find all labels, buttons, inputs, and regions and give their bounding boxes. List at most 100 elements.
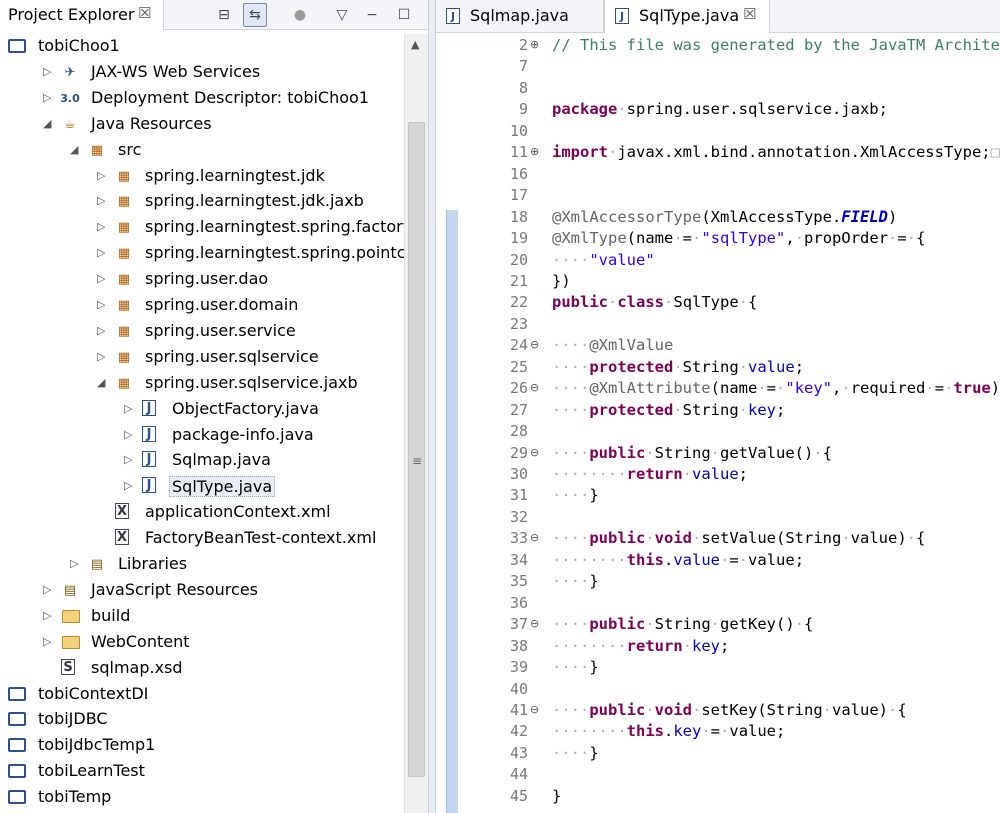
collapse-fold-icon[interactable]: ⊖: [530, 381, 539, 394]
tree-item[interactable]: tobiTemp: [0, 785, 404, 811]
tree-item[interactable]: ▷ J Sqlmap.java: [0, 448, 404, 474]
tree-item[interactable]: ▷ Jpackage-info.java: [0, 423, 404, 449]
tree-item[interactable]: ◢ ▦ src: [0, 138, 404, 164]
code-editor[interactable]: 2 ⊕// This file was generated by the Java…: [492, 33, 1000, 813]
expand-arrow-icon[interactable]: ▷: [97, 194, 109, 207]
tree-item[interactable]: ▷ 3.0 Deployment Descriptor: tobiChoo1: [0, 86, 404, 112]
tree-item[interactable]: tobiLearnTest: [0, 759, 404, 785]
tree-item[interactable]: ▷ ▦ spring.user.domain: [0, 293, 404, 319]
expand-arrow-icon[interactable]: ▷: [43, 583, 55, 596]
maximize-icon[interactable]: ☐: [392, 3, 416, 27]
tree-item[interactable]: ▷ ▦ spring.learningtest.jdk: [0, 164, 404, 190]
collapse-arrow-icon[interactable]: ◢: [70, 143, 82, 156]
expand-arrow-icon[interactable]: ▷: [97, 272, 109, 285]
focus-task-icon[interactable]: ●: [288, 3, 312, 27]
expand-arrow-icon[interactable]: ▷: [43, 609, 55, 622]
package-icon: ▦: [117, 349, 131, 365]
tree-item[interactable]: ▷ J ObjectFactory.java: [0, 397, 404, 423]
tree-item[interactable]: ▷ WebContent: [0, 630, 404, 656]
tree-item[interactable]: tobiJdbcTemp1: [0, 733, 404, 759]
link-with-editor-icon[interactable]: ⇆: [243, 3, 267, 27]
tree-item[interactable]: ▷ ▤ JavaScript Resources: [0, 578, 404, 604]
tree-item[interactable]: ◢ ▦ spring.user.sqlservice.jaxb: [0, 371, 404, 397]
tree-item[interactable]: tobiChoo1: [0, 34, 404, 60]
code-line: import·javax.xml.bind.annotation.XmlAcce…: [552, 143, 1000, 161]
tree-item[interactable]: Ssqlmap.xsd: [0, 656, 404, 682]
tree-item-label: tobiJDBC: [38, 709, 108, 728]
close-tab-icon[interactable]: ☒: [743, 5, 756, 23]
sash[interactable]: [428, 0, 436, 813]
line-number: 11: [509, 143, 528, 161]
tree-item[interactable]: X FactoryBeanTest-context.xml: [0, 526, 404, 552]
tab-label: SqlType.java: [639, 6, 740, 25]
line-number: 31: [509, 486, 528, 504]
tree-item[interactable]: ▷ ▦ spring.learningtest.spring.factorybear: [0, 215, 404, 241]
line-number: 16: [509, 165, 528, 183]
tree-item[interactable]: ▷ ▦ spring.user.dao: [0, 267, 404, 293]
close-view-icon[interactable]: ☒: [138, 4, 151, 22]
tree-item[interactable]: ▷ build: [0, 604, 404, 630]
tree-item[interactable]: ▷ ▦ spring.user.sqlservice: [0, 345, 404, 371]
collapse-arrow-icon[interactable]: ◢: [43, 117, 55, 130]
project-explorer-tab[interactable]: Project Explorer ☒: [0, 0, 164, 30]
library-icon: ▤: [90, 556, 104, 572]
line-number: 10: [509, 122, 528, 140]
java-file-icon: J: [142, 451, 156, 467]
line-number: 39: [509, 658, 528, 676]
collapse-fold-icon[interactable]: ⊖: [530, 531, 539, 544]
tree-item[interactable]: tobiJDBC: [0, 707, 404, 733]
tree-item[interactable]: ◢ ☕ Java Resources: [0, 112, 404, 138]
scroll-up-icon[interactable]: ▲: [411, 38, 419, 51]
tree-item[interactable]: XapplicationContext.xml: [0, 500, 404, 526]
collapse-fold-icon[interactable]: ⊖: [530, 338, 539, 351]
expand-arrow-icon[interactable]: ▷: [97, 350, 109, 363]
collapse-arrow-icon[interactable]: ◢: [97, 376, 109, 389]
expand-fold-icon[interactable]: ⊕: [530, 38, 539, 51]
expand-arrow-icon[interactable]: ▷: [124, 428, 136, 441]
code-line: ····public·void·setKey(String·value)·{: [552, 701, 907, 719]
overview-ruler: [436, 33, 444, 813]
view-menu-icon[interactable]: ▽: [330, 3, 354, 27]
expand-arrow-icon[interactable]: ▷: [97, 169, 109, 182]
expand-arrow-icon[interactable]: ▷: [43, 635, 55, 648]
expand-arrow-icon[interactable]: ▷: [97, 246, 109, 259]
line-number: 22: [509, 293, 528, 311]
java-file-icon: J: [142, 426, 156, 442]
line-number: 35: [509, 572, 528, 590]
collapse-all-icon[interactable]: ⊟: [212, 3, 236, 27]
tree-item-label: build: [91, 606, 131, 625]
collapse-fold-icon[interactable]: ⊖: [530, 703, 539, 716]
expand-arrow-icon[interactable]: ▷: [43, 65, 55, 78]
expand-arrow-icon[interactable]: ▷: [70, 557, 82, 570]
expand-arrow-icon[interactable]: ▷: [97, 324, 109, 337]
tree-scrollbar[interactable]: ▲ ≡: [404, 34, 428, 813]
tree-item[interactable]: ▷ ✈ JAX-WS Web Services: [0, 60, 404, 86]
tree-item[interactable]: ▷ ▦ spring.user.service: [0, 319, 404, 345]
tree-item[interactable]: ▷ J SqlType.java: [0, 474, 404, 500]
project-icon: [8, 37, 26, 55]
expand-arrow-icon[interactable]: ▷: [124, 479, 136, 492]
tree-item[interactable]: ▷ ▦ spring.learningtest.jdk.jaxb: [0, 189, 404, 215]
expand-arrow-icon[interactable]: ▷: [97, 298, 109, 311]
minimize-icon[interactable]: −: [360, 3, 384, 27]
expand-arrow-icon[interactable]: ▷: [124, 402, 136, 415]
java-file-icon: J: [142, 400, 156, 416]
expand-fold-icon[interactable]: ⊕: [530, 145, 539, 158]
expand-arrow-icon[interactable]: ▷: [124, 453, 136, 466]
tree-item[interactable]: ▷ ▤ Libraries: [0, 552, 404, 578]
package-icon: ▦: [117, 168, 131, 184]
scrollbar-thumb[interactable]: [408, 122, 425, 777]
collapse-fold-icon[interactable]: ⊖: [530, 617, 539, 630]
project-icon: [8, 788, 26, 806]
expand-arrow-icon[interactable]: ▷: [97, 220, 109, 233]
xml-file-icon: X: [115, 529, 129, 545]
tab-sqltype-java[interactable]: J SqlType.java ☒: [604, 0, 770, 33]
tree-item[interactable]: tobiContextDI: [0, 682, 404, 708]
collapse-fold-icon[interactable]: ⊖: [530, 446, 539, 459]
line-number: 17: [509, 186, 528, 204]
tree-item[interactable]: ▷ ▦ spring.learningtest.spring.pointcut: [0, 241, 404, 267]
line-number: 44: [509, 765, 528, 783]
code-line: ········return·value;: [552, 465, 749, 483]
tab-sqlmap-java[interactable]: J Sqlmap.java: [436, 0, 604, 33]
expand-arrow-icon[interactable]: ▷: [43, 91, 55, 104]
